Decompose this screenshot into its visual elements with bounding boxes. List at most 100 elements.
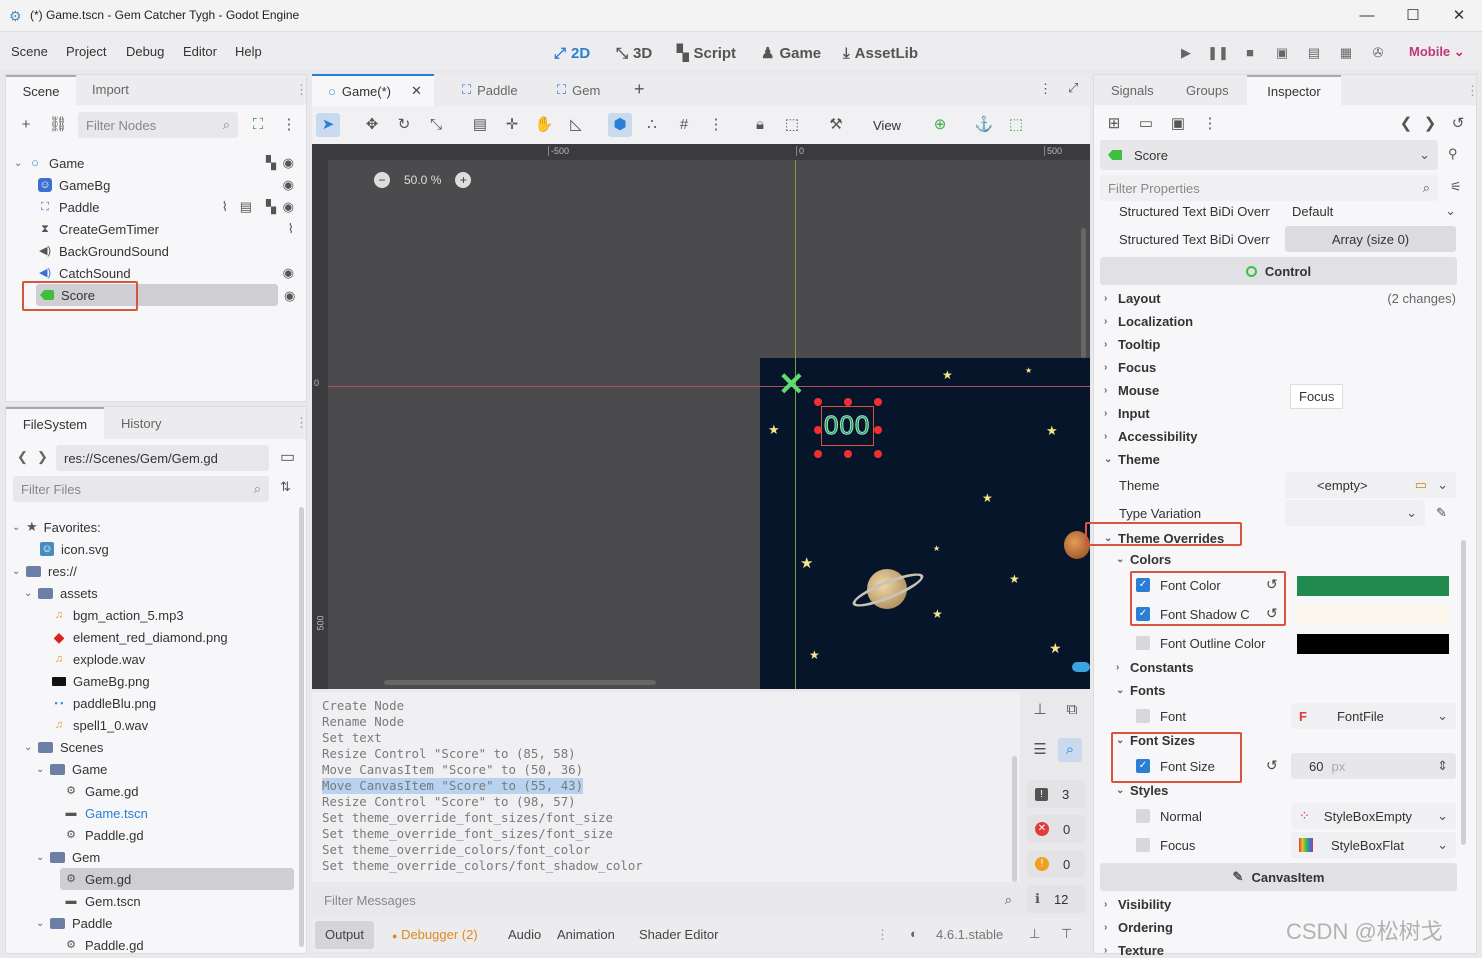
visibility-icon[interactable]: ◉ (284, 288, 295, 304)
back-icon[interactable]: ❮ (17, 449, 28, 465)
ruler-mode-icon[interactable]: ◺ (564, 113, 588, 137)
add-scene-tab-icon[interactable]: + (634, 79, 645, 100)
signal-icon[interactable]: ⌇ (222, 199, 228, 215)
font-size-spinbox[interactable]: 60 px ⇕ (1291, 753, 1456, 779)
checkbox-unchecked-icon[interactable] (1136, 809, 1150, 823)
edit-icon[interactable]: ✎ (1436, 505, 1447, 521)
control-category-header[interactable]: Control (1100, 257, 1457, 285)
resize-handle[interactable] (844, 450, 852, 458)
canvasitem-category-header[interactable]: ✎ CanvasItem (1100, 863, 1457, 891)
section-texture[interactable]: › Texture (1104, 943, 1164, 958)
checkbox-checked-icon[interactable]: ✓ (1136, 578, 1150, 592)
section-localization[interactable]: › Localization (1104, 314, 1193, 329)
folder-row[interactable]: ⌄ Gem (36, 846, 100, 868)
revert-icon[interactable]: ↺ (1266, 605, 1278, 622)
new-resource-icon[interactable]: ⊞ (1102, 112, 1126, 136)
pin-icon[interactable]: ⊥ (1029, 926, 1040, 942)
section-ordering[interactable]: › Ordering (1104, 920, 1173, 935)
renderer-select[interactable]: Mobile ⌄ (1409, 44, 1465, 60)
lock-icon[interactable]: 🔒︎ (748, 113, 772, 137)
file-row[interactable]: ⚙ Paddle.gd (64, 824, 144, 846)
workspace-2d[interactable]: ⤢ 2D (554, 42, 590, 64)
grid-snap-icon[interactable]: ∴ (640, 113, 664, 137)
section-mouse[interactable]: › Mouse (1104, 383, 1159, 398)
section-layout[interactable]: › Layout (2 changes) (1104, 291, 1456, 306)
panel-menu-icon[interactable]: ⋮ (876, 927, 889, 943)
workspace-script[interactable]: ▚ Script (677, 42, 736, 64)
minimize-button[interactable]: — (1344, 0, 1390, 32)
sort-icon[interactable]: ⇅ (280, 479, 291, 495)
tree-node-score[interactable]: Score (36, 284, 278, 306)
tree-node-backgroundsound[interactable]: ◀) BackGroundSound (38, 240, 304, 262)
section-input[interactable]: › Input (1104, 406, 1150, 421)
pivot-icon[interactable]: ✛ (500, 113, 524, 137)
tab-groups[interactable]: Groups (1186, 83, 1229, 98)
folder-row[interactable]: ⌄ Game (36, 758, 107, 780)
theme-resource-picker[interactable]: <empty> ▭ ⌄ (1285, 472, 1456, 498)
search-toggle-icon[interactable]: ⌕ (1058, 738, 1082, 762)
resize-handle[interactable] (874, 398, 882, 406)
message-counter[interactable]: ℹ 12 (1027, 885, 1085, 913)
inspector-settings-icon[interactable]: ⚟ (1450, 179, 1462, 195)
copy-output-icon[interactable]: ⧉ (1060, 698, 1084, 722)
origin-gizmo-icon[interactable]: ✕ (778, 368, 805, 400)
file-row[interactable]: ◆ element_red_diamond.png (52, 626, 228, 648)
revert-icon[interactable]: ↺ (1266, 757, 1278, 774)
section-styles[interactable]: ⌄ Styles (1116, 783, 1168, 798)
select-mode-icon[interactable]: ➤ (316, 113, 340, 137)
menu-help[interactable]: Help (235, 44, 262, 59)
pan-mode-icon[interactable]: ✋ (532, 113, 556, 137)
collapse-icon[interactable]: ☰ (1028, 738, 1052, 762)
play-scene-icon[interactable]: ▤ (1302, 43, 1326, 63)
list-select-icon[interactable]: ▤ (468, 113, 492, 137)
distraction-free-icon[interactable]: ⤢ (1068, 80, 1078, 96)
file-row[interactable]: ♫ bgm_action_5.mp3 (52, 604, 184, 626)
output-scrollbar[interactable] (1012, 756, 1017, 882)
section-colors[interactable]: ⌄ Colors (1116, 552, 1171, 567)
workspace-3d[interactable]: ⤡ 3D (616, 42, 652, 64)
tab-animation[interactable]: Animation (547, 921, 625, 949)
anchor-preset-icon[interactable]: ⬚ (1004, 113, 1028, 137)
inspector-scrollbar[interactable] (1461, 540, 1466, 845)
font-shadow-swatch[interactable] (1297, 605, 1449, 625)
maximize-button[interactable]: ☐ (1390, 0, 1436, 32)
script-icon[interactable]: ▚ (266, 155, 276, 171)
dock-menu-icon[interactable]: ⋮ (1466, 83, 1476, 99)
tree-node-creategemtimer[interactable]: ⧗ CreateGemTimer ⌇ (38, 218, 304, 240)
tree-node-gamebg[interactable]: ☺ GameBg ◉ (38, 174, 304, 196)
zoom-out-button[interactable]: − (374, 172, 390, 188)
visibility-icon[interactable]: ◉ (283, 155, 294, 171)
split-view-icon[interactable]: ▭ (280, 447, 295, 467)
file-row-selected[interactable]: ⚙ Gem.gd (60, 868, 294, 890)
info-counter[interactable]: ! 0 (1027, 850, 1085, 878)
history-back-icon[interactable]: ❮ (1394, 112, 1418, 136)
file-row[interactable]: ▪ ▪ paddleBlu.png (52, 692, 157, 714)
resize-handle[interactable] (814, 450, 822, 458)
tab-inspector[interactable]: Inspector (1247, 75, 1341, 105)
section-theme-overrides[interactable]: ⌄ Theme Overrides (1104, 531, 1224, 546)
tab-signals[interactable]: Signals (1111, 83, 1154, 98)
dock-menu-icon[interactable]: ⋮ (295, 415, 306, 431)
zoom-in-button[interactable]: + (455, 172, 472, 188)
close-window-button[interactable]: ✕ (1436, 0, 1482, 32)
menu-debug[interactable]: Debug (126, 44, 164, 59)
skeleton-icon[interactable]: ⚒ (824, 113, 848, 137)
font-resource-picker[interactable]: F FontFile ⌄ (1291, 703, 1456, 729)
section-tooltip[interactable]: › Tooltip (1104, 337, 1160, 352)
score-label-node[interactable]: 000 (821, 406, 874, 446)
movie-maker-icon[interactable]: ✇ (1366, 43, 1390, 63)
canvas-viewport[interactable]: -500 0 500 0 500 − 50.0 % + ★ ★ ★ ★ ★ ★ … (312, 144, 1090, 689)
grid-icon[interactable]: # (672, 113, 696, 137)
tree-node-catchsound[interactable]: ◀) CatchSound ◉ (38, 262, 304, 284)
forward-icon[interactable]: ❯ (37, 449, 48, 465)
section-focus[interactable]: › Focus (1104, 360, 1156, 375)
snap-menu-icon[interactable]: ⋮ (704, 113, 728, 137)
dock-menu-icon[interactable]: ⋮ (295, 82, 308, 98)
section-fonts[interactable]: ⌄ Fonts (1116, 683, 1165, 698)
resize-handle[interactable] (814, 426, 822, 434)
group-icon[interactable]: ⬚ (780, 113, 804, 137)
menu-project[interactable]: Project (66, 44, 106, 59)
play-icon[interactable]: ▶ (1174, 43, 1198, 63)
type-variation-select[interactable]: ⌄ (1285, 500, 1425, 526)
file-row[interactable]: ▬ Game.tscn (64, 802, 148, 824)
